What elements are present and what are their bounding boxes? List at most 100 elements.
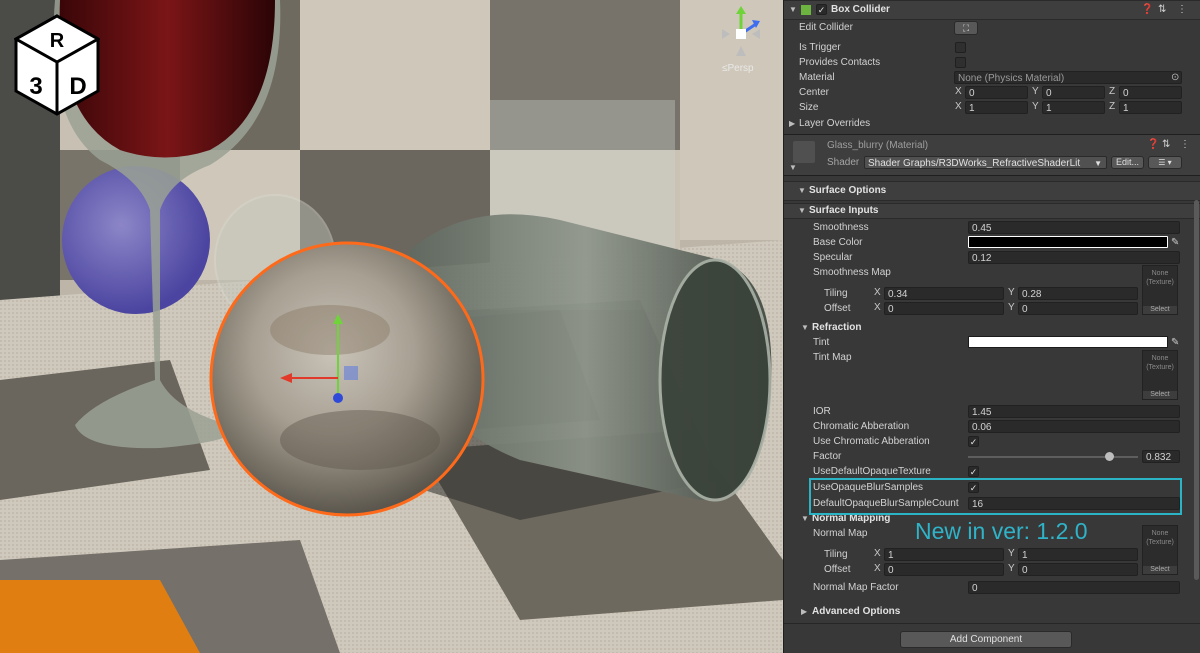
refraction-title: Refraction [812, 322, 862, 333]
factor-field[interactable]: 0.832 [1142, 450, 1180, 463]
persp-label[interactable]: ≤Persp [722, 63, 754, 74]
eyedropper-icon[interactable]: ✎ [1171, 335, 1179, 350]
normal-tiling-y-field[interactable]: 1 [1018, 548, 1138, 561]
inspector-scrollbar[interactable] [1194, 200, 1199, 580]
offset-x-axis: X [874, 302, 881, 313]
tint-map-slot[interactable]: None (Texture) Select [1142, 350, 1178, 400]
layer-overrides-foldout[interactable]: ▶ Layer Overrides [784, 116, 1200, 131]
material-preview-icon [793, 141, 815, 163]
eyedropper-icon[interactable]: ✎ [1171, 235, 1179, 250]
inspector-panel: ▼ ✓ Box Collider ❓ ⇅ ⋮ Edit Collider ⛶ I… [783, 0, 1200, 653]
offset-x-field[interactable]: 0 [884, 302, 1004, 315]
surface-options-header[interactable]: ▼ Surface Options [784, 181, 1200, 201]
texture-type-label: (Texture) [1146, 364, 1174, 371]
center-z-axis: Z [1109, 86, 1116, 97]
expand-triangle-icon: ▶ [789, 119, 796, 128]
normal-offset-y-field[interactable]: 0 [1018, 563, 1138, 576]
tint-map-label: Tint Map [813, 352, 852, 363]
scene-viewport[interactable]: R 3 D ≤Persp [0, 0, 783, 653]
texture-none-label: None [1151, 270, 1169, 277]
list-icon: ☰ [1158, 158, 1166, 167]
shader-value: Shader Graphs/R3DWorks_RefractiveShaderL… [868, 158, 1081, 169]
size-x-field[interactable]: 1 [965, 101, 1028, 114]
size-y-axis: Y [1032, 101, 1039, 112]
collapse-triangle-icon[interactable]: ▼ [789, 1, 797, 19]
more-options-icon[interactable]: ⋮ [1177, 1, 1187, 19]
surface-inputs-title: Surface Inputs [809, 205, 879, 216]
object-picker-icon[interactable]: ⊙ [1171, 70, 1179, 85]
center-x-field[interactable]: 0 [965, 86, 1028, 99]
layer-overrides-label: Layer Overrides [799, 118, 871, 129]
shader-options-button[interactable]: ☰ ▾ [1148, 156, 1182, 169]
size-z-field[interactable]: 1 [1119, 101, 1182, 114]
r3d-logo: R 3 D [14, 14, 100, 116]
specular-field[interactable]: 0.12 [968, 251, 1180, 264]
advanced-options-header[interactable]: ▶ Advanced Options [784, 604, 1200, 619]
shader-dropdown[interactable]: Shader Graphs/R3DWorks_RefractiveShaderL… [864, 156, 1107, 169]
specular-label: Specular [813, 252, 853, 263]
ior-field[interactable]: 1.45 [968, 405, 1180, 418]
tiling-x-field[interactable]: 0.34 [884, 287, 1004, 300]
preset-icon[interactable]: ⇅ [1158, 1, 1166, 19]
normal-tiling-x-field[interactable]: 1 [884, 548, 1004, 561]
use-chromatic-checkbox[interactable]: ✓ [968, 436, 979, 447]
is-trigger-label: Is Trigger [799, 42, 841, 53]
normal-tiling-y-axis: Y [1008, 548, 1015, 559]
tiling-y-axis: Y [1008, 287, 1015, 298]
select-texture-button[interactable]: Select [1143, 391, 1177, 399]
new-version-annotation: New in ver: 1.2.0 [915, 518, 1088, 544]
surface-inputs-header[interactable]: ▼ Surface Inputs [784, 203, 1200, 219]
texture-type-label: (Texture) [1146, 539, 1174, 546]
center-z-field[interactable]: 0 [1119, 86, 1182, 99]
normal-tiling-label: Tiling [824, 549, 848, 560]
normal-offset-x-axis: X [874, 563, 881, 574]
normal-offset-x-field[interactable]: 0 [884, 563, 1004, 576]
factor-slider-handle[interactable] [1105, 452, 1115, 461]
smoothness-label: Smoothness [813, 222, 869, 233]
use-default-opaque-checkbox[interactable]: ✓ [968, 466, 979, 477]
is-trigger-checkbox[interactable] [955, 42, 966, 53]
orientation-gizmo[interactable] [716, 4, 766, 64]
base-color-label: Base Color [813, 237, 863, 248]
svg-text:D: D [69, 73, 86, 100]
box-collider-header[interactable]: ▼ ✓ Box Collider ❓ ⇅ ⋮ [784, 0, 1200, 20]
size-y-field[interactable]: 1 [1042, 101, 1105, 114]
material-foldout-icon[interactable]: ▼ [789, 163, 797, 172]
gizmo-plane-handle[interactable] [344, 366, 358, 380]
physics-material-field[interactable]: None (Physics Material) [954, 71, 1182, 84]
center-y-axis: Y [1032, 86, 1039, 97]
material-preset-icon[interactable]: ⇅ [1162, 139, 1170, 150]
base-color-swatch[interactable] [968, 236, 1168, 248]
edit-collider-icon: ⛶ [962, 23, 970, 33]
center-y-field[interactable]: 0 [1042, 86, 1105, 99]
tiling-y-field[interactable]: 0.28 [1018, 287, 1138, 300]
provides-contacts-checkbox[interactable] [955, 57, 966, 68]
new-feature-highlight [809, 478, 1182, 515]
refraction-header[interactable]: ▼ Refraction [784, 320, 1200, 335]
gizmo-z-axis[interactable] [333, 393, 343, 403]
chromatic-field[interactable]: 0.06 [968, 420, 1180, 433]
box-collider-enabled-checkbox[interactable]: ✓ [816, 4, 827, 15]
texture-none-label: None [1151, 530, 1169, 537]
material-header[interactable]: ▼ Glass_blurry (Material) Shader Shader … [784, 134, 1200, 176]
factor-label: Factor [813, 451, 842, 462]
use-chromatic-label: Use Chromatic Abberation [813, 436, 930, 447]
material-help-icon[interactable]: ❓ [1147, 139, 1159, 150]
add-component-button[interactable]: Add Component [900, 631, 1072, 648]
smoothness-field[interactable]: 0.45 [968, 221, 1180, 234]
offset-y-field[interactable]: 0 [1018, 302, 1138, 315]
material-title: Glass_blurry (Material) [827, 140, 929, 151]
normal-map-factor-field[interactable]: 0 [968, 581, 1180, 594]
collapse-triangle-icon: ▼ [798, 186, 806, 195]
divider [784, 623, 1200, 624]
box-collider-icon [801, 5, 811, 15]
size-x-axis: X [955, 101, 962, 112]
help-icon[interactable]: ❓ [1141, 1, 1153, 19]
collapse-triangle-icon: ▼ [798, 206, 806, 215]
edit-shader-button[interactable]: Edit... [1111, 156, 1144, 169]
edit-collider-button[interactable]: ⛶ [954, 21, 978, 35]
svg-text:R: R [50, 30, 65, 52]
center-x-axis: X [955, 86, 962, 97]
material-more-icon[interactable]: ⋮ [1180, 139, 1190, 150]
tint-color-swatch[interactable] [968, 336, 1168, 348]
